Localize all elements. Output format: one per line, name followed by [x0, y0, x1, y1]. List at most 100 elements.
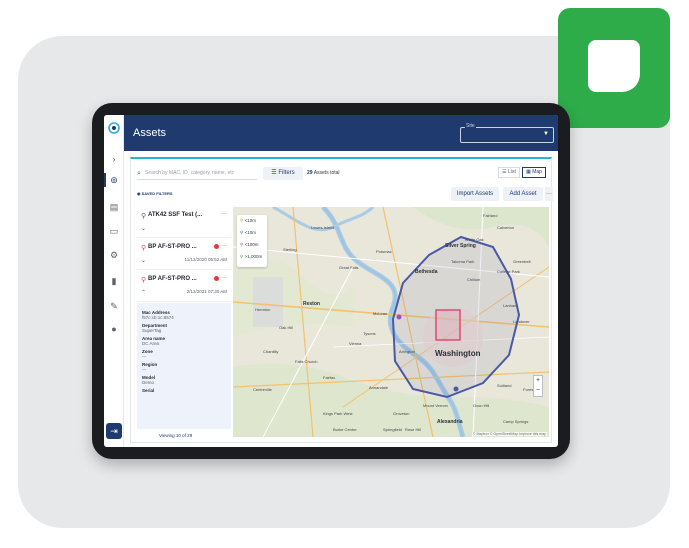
asset-name: ATK42 SSF Test (... — [148, 212, 203, 218]
map-view[interactable]: Lowes Island Sterling Great Falls Potoma… — [233, 207, 549, 437]
import-assets-button[interactable]: Import Assets — [451, 187, 499, 201]
map-label: Washington — [435, 349, 481, 358]
map-label: Fairland — [483, 213, 498, 218]
list-view-toggle[interactable]: ☰ List — [498, 167, 520, 178]
asset-date: 11/12/2020 05:52 AM — [184, 257, 227, 262]
asset-list-item[interactable]: ⚲ ATK42 SSF Test (... ··· ⌄ — [137, 207, 231, 238]
map-label: Kings Park West — [323, 411, 353, 416]
map-view-toggle[interactable]: ▦ Map — [522, 167, 546, 178]
more-options-button[interactable]: ··· — [545, 187, 553, 201]
pager-text: Viewing 10 of 29 — [159, 433, 193, 438]
map-label: Groveton — [393, 411, 410, 416]
map-label: Suitland — [497, 383, 512, 388]
map-label: Greenbelt — [513, 259, 531, 264]
top-bar: Assets Site ▼ — [124, 115, 558, 151]
nav-devices-icon[interactable]: ▭ — [108, 225, 120, 237]
map-label: Camp Springs — [503, 419, 529, 424]
pin-icon: ⚲ — [240, 230, 244, 235]
pin-icon: ⚲ — [240, 254, 244, 259]
assets-panel: ⌕ Search by MAC, ID, category, name, etc… — [130, 157, 553, 443]
expand-chevron-icon[interactable]: ⌄ — [141, 257, 146, 264]
asset-list-item[interactable]: ⚲ BP AF-ST-PRO ... ··· ⌄ 11/12/2020 05:5… — [137, 239, 231, 270]
map-label: Burke Centre — [333, 427, 357, 432]
map-label: McLean — [373, 311, 388, 316]
map-label: Landover — [513, 319, 530, 324]
map-label: Lowes Island — [311, 225, 335, 230]
site-select-label: Site — [465, 123, 476, 129]
map-label: Springfield — [383, 427, 402, 432]
page-title: Assets — [133, 127, 167, 139]
nav-settings-icon[interactable]: ⚙ — [108, 249, 120, 261]
map-label: Oak Hill — [279, 325, 294, 330]
map-label: Falls Church — [295, 359, 318, 364]
zoom-control[interactable]: + − — [533, 375, 543, 397]
nav-tools-icon[interactable]: ✎ — [108, 300, 120, 312]
nav-reports-icon[interactable]: ▤ — [108, 201, 120, 213]
map-label: Herndon — [255, 307, 271, 312]
legend-row: ⚲ <100m — [240, 242, 258, 248]
map-label: Silver Spring — [445, 243, 476, 249]
nav-assets-icon[interactable]: ⊚ — [108, 174, 120, 186]
zoom-out-button[interactable]: − — [534, 386, 542, 396]
map-label: Lanham — [503, 303, 518, 308]
pin-icon: ⚲ — [240, 218, 244, 223]
list-view-label: List — [508, 169, 516, 175]
side-nav: › ⊚ ▤ ▭ ⚙ ▮ ✎ ● ⇥ — [104, 115, 124, 447]
detail-value: Demo — [142, 380, 155, 385]
map-attribution[interactable]: © Mapbox © OpenStreetMap Improve this ma… — [471, 432, 547, 436]
nav-tag-icon[interactable]: ▮ — [108, 275, 120, 287]
detail-key: Serial — [142, 388, 155, 393]
legend-label: <10m — [244, 218, 256, 223]
map-label: Centreville — [253, 387, 272, 392]
search-input[interactable]: ⌕ Search by MAC, ID, category, name, etc — [137, 167, 257, 180]
collapse-chevron-icon[interactable]: ⌃ — [141, 289, 146, 296]
asset-details: Mac Address f57c:cb:1c:8574 Department S… — [137, 303, 231, 429]
map-label: Great Falls — [339, 265, 359, 270]
filters-button[interactable]: ☰ Filters — [263, 167, 303, 180]
detail-value: f57c:cb:1c:8574 — [142, 315, 174, 320]
location-pin-icon: ⚲ — [141, 245, 147, 252]
expand-chevron-icon[interactable]: › — [108, 153, 120, 165]
map-label: Sterling — [283, 247, 297, 252]
site-select[interactable]: Site ▼ — [460, 123, 554, 143]
location-pin-icon: ⚲ — [141, 213, 147, 220]
asset-list-item-selected[interactable]: ⚲ BP AF-ST-PRO ... ··· ⌃ 2/12/2021 07:30… — [137, 271, 231, 302]
zoom-in-button[interactable]: + — [534, 376, 542, 386]
tablet-frame: › ⊚ ▤ ▭ ⚙ ▮ ✎ ● ⇥ Assets Site ▼ ⌕ Search… — [92, 103, 570, 459]
legend-row: ⚲ <10m — [240, 218, 256, 224]
assets-suffix: Assets total — [313, 170, 340, 176]
map-label: Vienna — [349, 341, 362, 346]
brand-tile-mark — [588, 40, 640, 92]
item-menu-icon[interactable]: ··· — [221, 243, 227, 249]
search-icon: ⌕ — [137, 170, 141, 177]
map-label: Potomac — [376, 249, 392, 254]
map-label: Rose Hill — [405, 427, 422, 432]
app-logo-icon[interactable] — [107, 121, 121, 135]
item-menu-icon[interactable]: ··· — [221, 211, 227, 217]
legend-row: ⚲ >1,000m — [240, 254, 262, 260]
alert-badge — [214, 276, 219, 281]
asset-name: BP AF-ST-PRO ... — [148, 276, 197, 282]
map-canvas[interactable] — [233, 207, 549, 437]
nav-help-icon[interactable]: ● — [108, 323, 120, 335]
pin-icon: ⚲ — [240, 242, 244, 247]
map-view-label: Map — [532, 169, 542, 175]
map-label: Alexandria — [437, 419, 463, 425]
legend-label: <100m — [244, 242, 259, 247]
add-asset-button[interactable]: Add Asset — [503, 187, 543, 201]
promo-stage: › ⊚ ▤ ▭ ⚙ ▮ ✎ ● ⇥ Assets Site ▼ ⌕ Search… — [0, 0, 689, 548]
chevron-down-icon: ▼ — [543, 131, 549, 137]
map-label: Reston — [303, 301, 320, 307]
saved-filters-link[interactable]: ◉ SAVED FILTERS — [137, 191, 173, 196]
map-label: Bethesda — [415, 269, 438, 275]
map-label: Tysons — [363, 331, 376, 336]
expand-chevron-icon[interactable]: ⌄ — [141, 225, 146, 232]
assets-total: 29 Assets total — [307, 167, 340, 180]
asset-list: ⚲ ATK42 SSF Test (... ··· ⌄ ⚲ BP AF-ST-P… — [137, 207, 231, 429]
detail-value: SuperTag — [142, 328, 162, 333]
map-label: Takoma Park — [451, 259, 475, 264]
map-label: Fairfax — [323, 375, 336, 380]
detail-value: --- — [142, 354, 147, 359]
logout-icon[interactable]: ⇥ — [106, 423, 122, 439]
item-menu-icon[interactable]: ··· — [221, 275, 227, 281]
